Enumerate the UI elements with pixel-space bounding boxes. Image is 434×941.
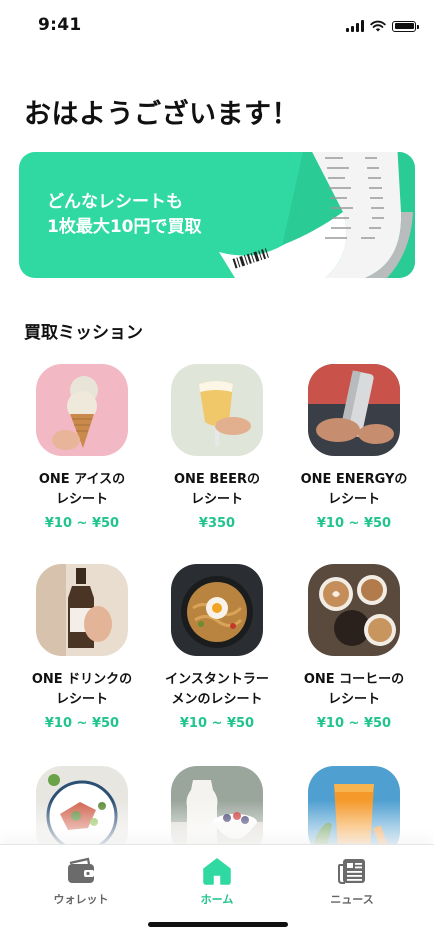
banner-text: どんなレシートも 1枚最大10円で買取 <box>47 190 202 240</box>
status-time: 9:41 <box>38 15 82 35</box>
wallet-icon <box>68 857 94 883</box>
ramen-thumbnail <box>171 564 263 656</box>
mission-title: ONE ドリンクの レシート <box>31 672 133 707</box>
mission-price: ¥10 ~ ¥50 <box>44 516 120 531</box>
drink-bottle-thumbnail <box>36 564 128 656</box>
tab-home[interactable]: ホーム <box>157 857 277 907</box>
tab-news[interactable]: ニュース <box>292 857 412 907</box>
mission-price: ¥10 ~ ¥50 <box>316 516 392 531</box>
banner-line-1: どんなレシートも <box>47 192 183 212</box>
section-title-missions: 買取ミッション <box>24 323 143 343</box>
mission-title: ONE BEERの レシート <box>173 472 261 507</box>
cellular-signal-icon <box>346 20 364 32</box>
mission-title: インスタントラー メンのレシート <box>165 672 269 707</box>
mission-card-drink[interactable]: ONE ドリンクの レシート ¥10 ~ ¥50 <box>12 564 152 731</box>
mission-title: ONE ENERGYの レシート <box>300 472 408 507</box>
mission-title: ONE アイスの レシート <box>38 472 126 507</box>
news-icon <box>338 859 365 884</box>
home-icon <box>203 858 231 885</box>
mission-price: ¥10 ~ ¥50 <box>44 716 120 731</box>
mission-price: ¥10 ~ ¥50 <box>316 716 392 731</box>
mission-title: ONE コーヒーの レシート <box>303 672 405 707</box>
tab-label: ホーム <box>200 893 234 906</box>
mission-price: ¥350 <box>198 516 236 531</box>
wifi-icon <box>370 20 386 32</box>
ice-cream-thumbnail <box>36 364 128 456</box>
scroll-fade <box>0 800 434 844</box>
banner-line-2: 1枚最大10円で買取 <box>47 217 202 237</box>
mission-card-coffee[interactable]: ONE コーヒーの レシート ¥10 ~ ¥50 <box>284 564 424 731</box>
mission-card-ramen[interactable]: インスタントラー メンのレシート ¥10 ~ ¥50 <box>147 564 287 731</box>
beer-thumbnail <box>171 364 263 456</box>
mission-card-energy[interactable]: ONE ENERGYの レシート ¥10 ~ ¥50 <box>284 364 424 531</box>
receipt-illustration <box>219 152 415 278</box>
coffee-thumbnail <box>308 564 400 656</box>
status-bar: 9:41 <box>0 0 434 52</box>
tab-label: ウォレット <box>53 893 109 906</box>
mission-card-ice[interactable]: ONE アイスの レシート ¥10 ~ ¥50 <box>12 364 152 531</box>
energy-drink-thumbnail <box>308 364 400 456</box>
battery-icon <box>392 20 419 32</box>
promo-banner[interactable]: どんなレシートも 1枚最大10円で買取 <box>19 152 415 278</box>
tab-label: ニュース <box>330 893 374 906</box>
mission-price: ¥10 ~ ¥50 <box>179 716 255 731</box>
greeting-title: おはようございます！ <box>24 99 299 130</box>
status-icons <box>346 18 419 34</box>
tab-wallet[interactable]: ウォレット <box>21 857 141 907</box>
home-indicator <box>148 922 288 927</box>
mission-card-beer[interactable]: ONE BEERの レシート ¥350 <box>147 364 287 531</box>
